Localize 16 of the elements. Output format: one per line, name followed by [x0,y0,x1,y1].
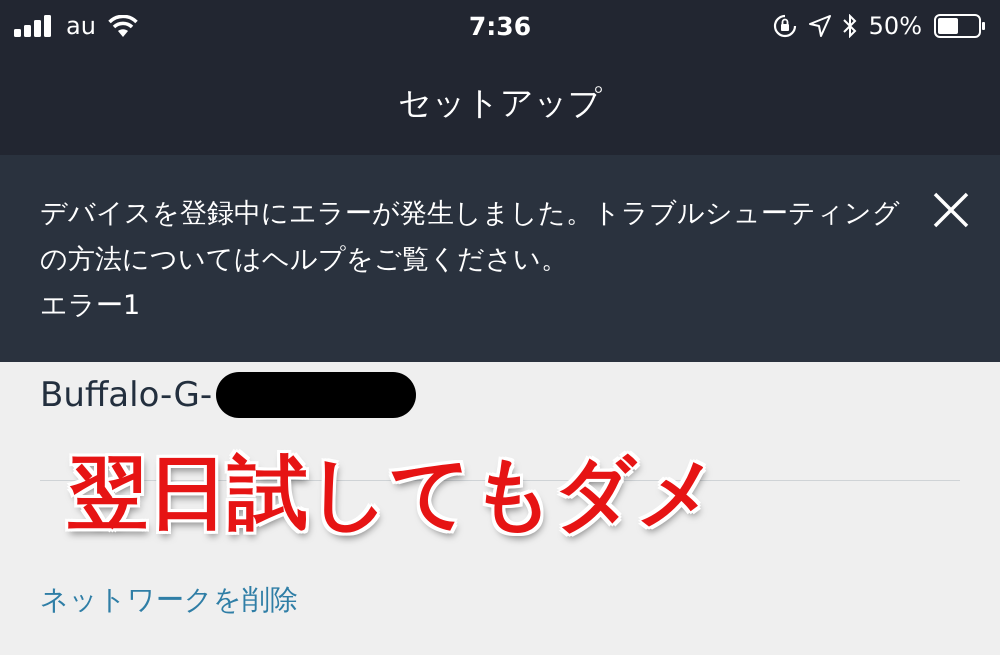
network-name: Buffalo-G- [40,375,212,415]
bluetooth-icon [842,14,857,38]
delete-network-link[interactable]: ネットワークを削除 [40,581,298,619]
location-icon [808,15,831,37]
close-icon[interactable] [932,191,970,229]
battery-icon [934,14,986,38]
rotation-lock-icon [772,14,797,38]
error-code: エラー1 [40,289,142,323]
caption-overlay: 翌日試してもダメ [68,445,718,541]
wifi-icon [108,15,138,37]
carrier-name: au [66,12,96,40]
screen-title: セットアップ [398,82,602,124]
error-message: デバイスを登録中にエラーが発生しました。トラブルシューティングの方法についてはヘルプをご覧ください。 [40,197,901,277]
status-time: 7:36 [468,12,532,40]
battery-percent: 50% [868,12,922,40]
signal-icon [14,15,54,37]
